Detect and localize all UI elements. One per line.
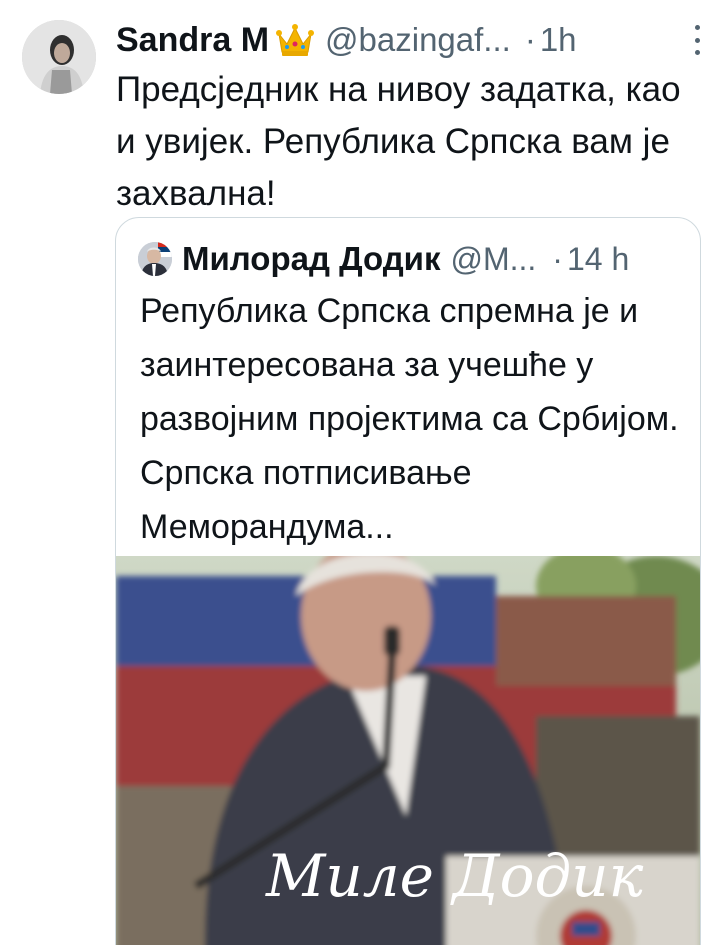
quoted-tweet-video[interactable]: Миле Додик (116, 556, 700, 945)
crown-icon (275, 22, 315, 58)
quoted-author-avatar (138, 242, 172, 276)
author-handle[interactable]: @bazingaf... (325, 21, 511, 59)
separator-dot: · (552, 240, 563, 277)
tweet-timestamp[interactable]: 1h (540, 21, 577, 59)
quoted-tweet[interactable]: Милорад Додик @M... · 14 h Република Срп… (115, 217, 701, 945)
signature-watermark: Миле Додик (265, 842, 644, 910)
author-name[interactable]: Sandra M (116, 21, 269, 60)
tweet[interactable]: Sandra M @bazingaf... · 1h Предсједник н… (0, 0, 720, 945)
quoted-author-name: Милорад Додик (182, 240, 441, 277)
quoted-tweet-text: Република Српска спремна је и заинтересо… (140, 292, 679, 546)
quoted-tweet-header: Милорад Додик @M... · 14 h (138, 238, 680, 280)
tweet-header: Sandra M @bazingaf... · 1h (116, 14, 702, 66)
tweet-text: Предсједник на нивоу задатка, као и увиј… (116, 70, 681, 213)
more-options-icon[interactable] (692, 25, 702, 55)
quoted-author-handle: @M... (450, 240, 537, 277)
separator-dot: · (524, 21, 536, 58)
quoted-tweet-timestamp: 14 h (566, 240, 630, 277)
author-avatar[interactable] (22, 20, 96, 94)
